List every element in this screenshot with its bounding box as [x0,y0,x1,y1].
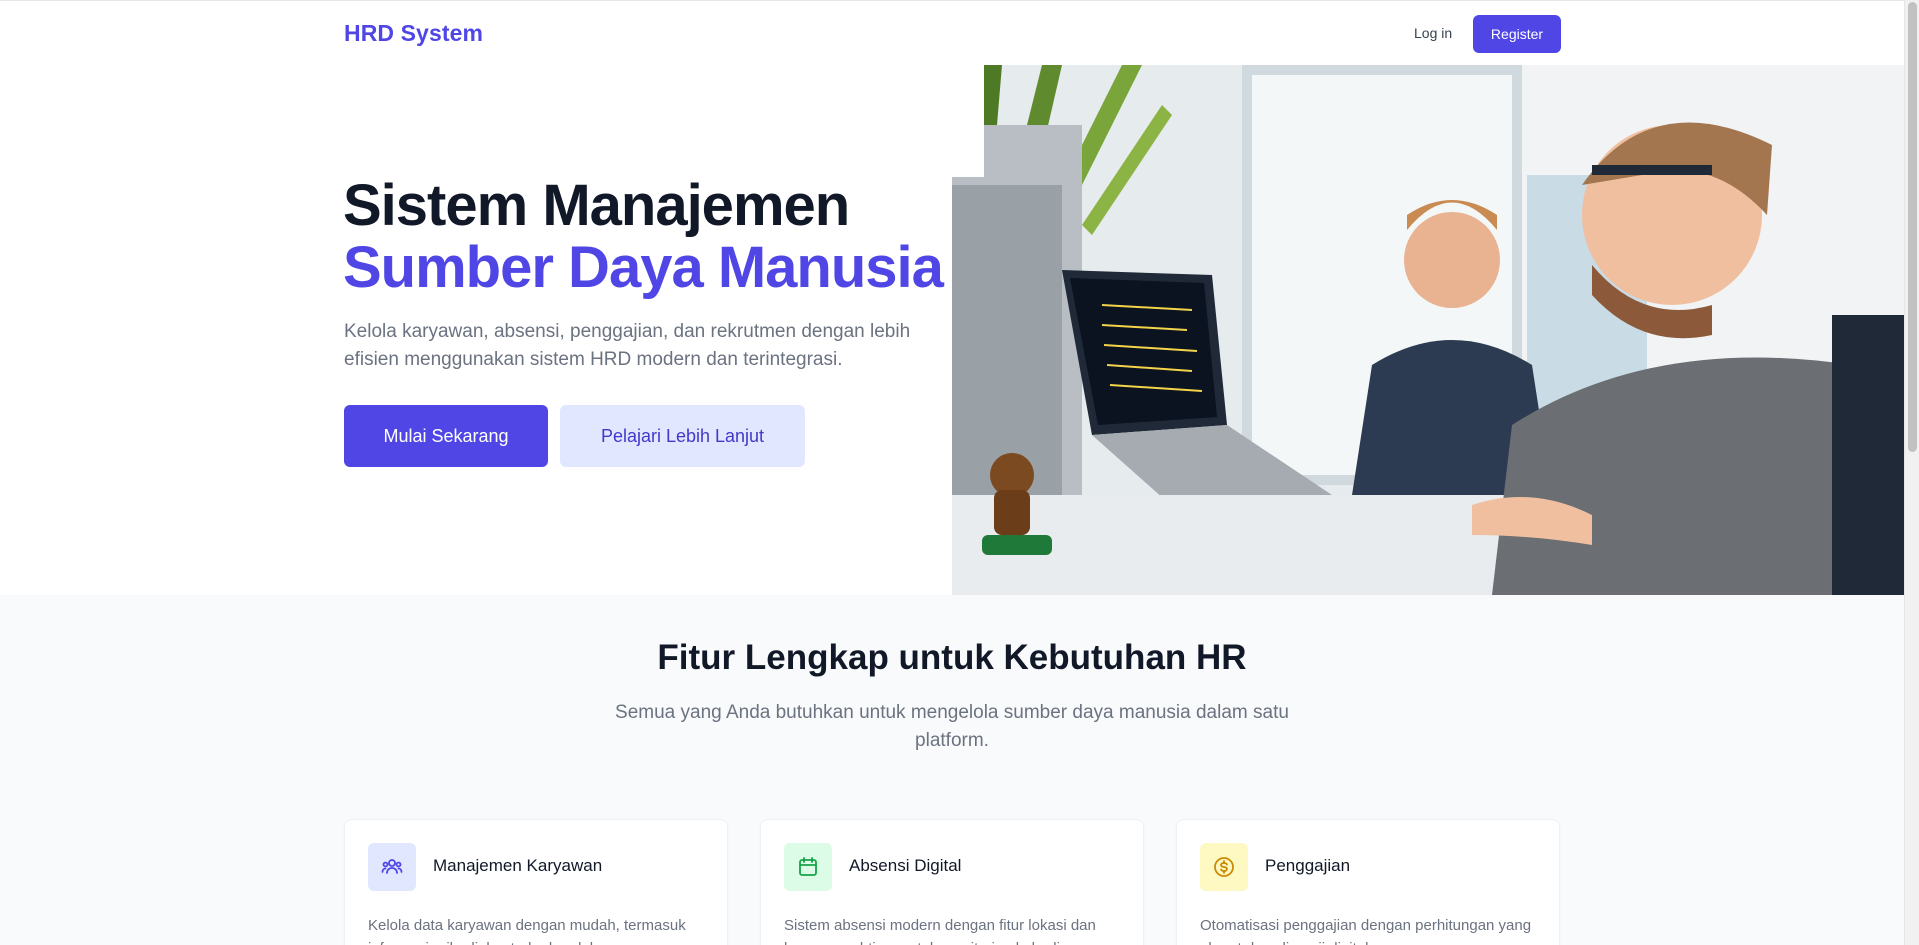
feature-card-title: Absensi Digital [849,856,962,875]
hero-image-notch [952,65,984,177]
page: HRD System Log in Register Sistem Manaje… [0,0,1904,945]
feature-card-payroll: Penggajian Otomatisasi penggajian dengan… [1176,819,1560,945]
learn-more-button[interactable]: Pelajari Lebih Lanjut [560,405,805,467]
feature-card-title: Manajemen Karyawan [433,856,603,875]
feature-card-title: Penggajian [1265,856,1351,875]
scrollbar-thumb[interactable] [1908,2,1917,452]
office-workers-illustration [952,65,1904,595]
page-scrollbar[interactable] [1904,0,1919,945]
features-subtitle: Semua yang Anda butuhkan untuk mengelola… [615,702,1289,751]
features-section: Fitur Lengkap untuk Kebutuhan HR Semua y… [0,595,1904,945]
hero-image [952,65,1904,595]
login-link[interactable]: Log in [1414,25,1452,41]
feature-card-employees: Manajemen Karyawan Kelola data karyawan … [344,819,728,945]
hero-title: Sistem Manajemen Sumber Daya Manusia [343,173,944,300]
hero-description: Kelola karyawan, absensi, penggajian, da… [344,321,911,370]
hero-title-line2: Sumber Daya Manusia [343,235,944,300]
hero-section: Sistem Manajemen Sumber Daya Manusia Kel… [0,65,1904,595]
users-icon [368,843,416,891]
feature-card-attendance: Absensi Digital Sistem absensi modern de… [760,819,1144,945]
calendar-icon [784,843,832,891]
register-button[interactable]: Register [1473,15,1561,53]
feature-card-description: Kelola data karyawan dengan mudah, terma… [368,917,686,945]
features-title: Fitur Lengkap untuk Kebutuhan HR [657,638,1247,677]
currency-icon [1200,843,1248,891]
feature-card-description: Otomatisasi penggajian dengan perhitunga… [1200,917,1532,945]
get-started-button[interactable]: Mulai Sekarang [344,405,548,467]
brand-logo[interactable]: HRD System [344,20,483,47]
feature-card-description: Sistem absensi modern dengan fitur lokas… [784,917,1096,945]
hero-title-line1: Sistem Manajemen [343,173,850,238]
navbar: HRD System Log in Register [0,0,1904,65]
